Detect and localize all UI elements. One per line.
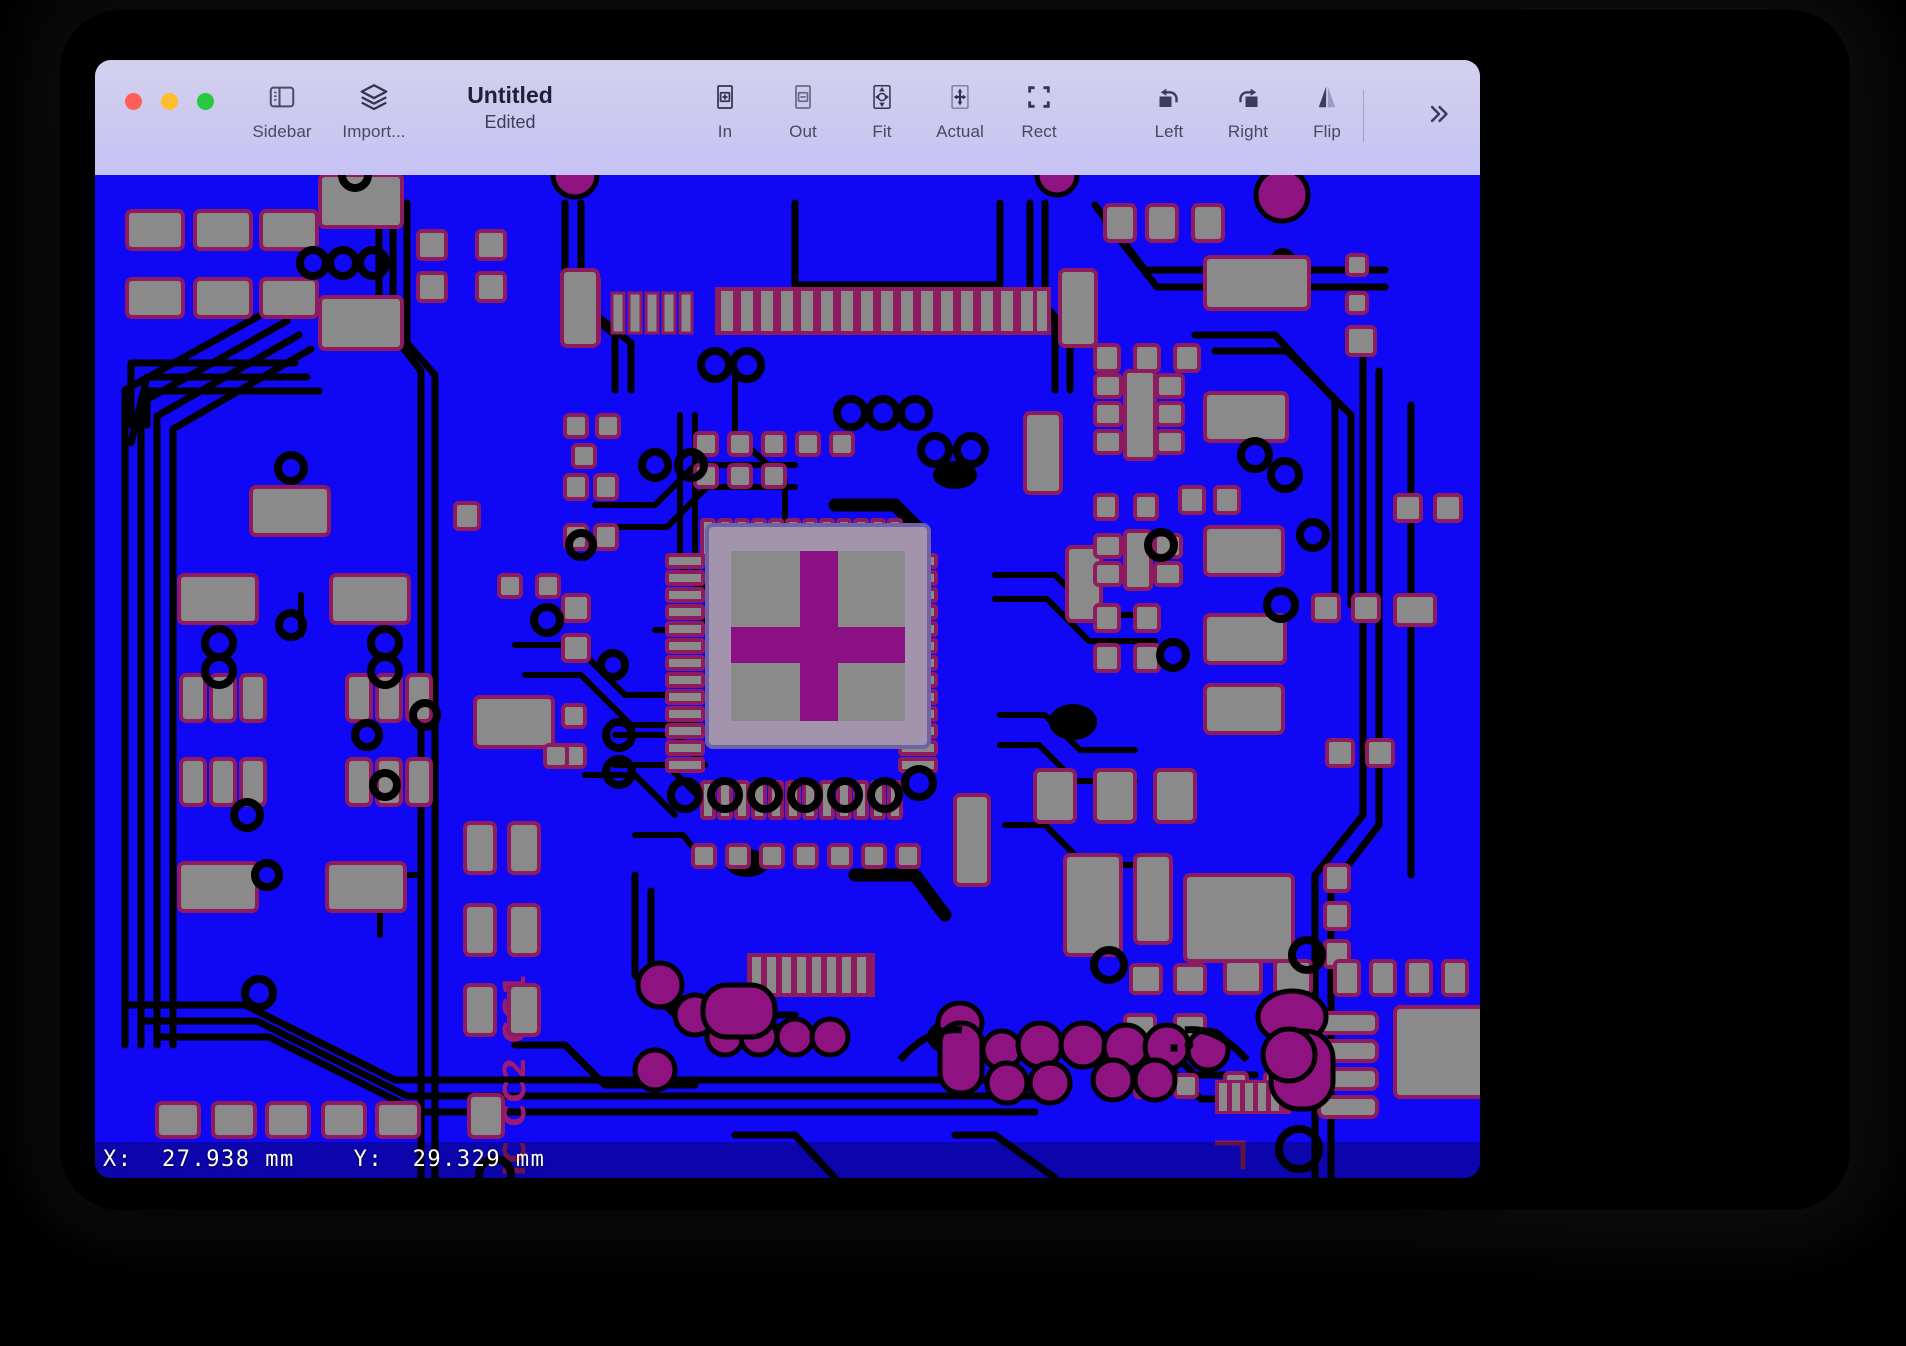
zoom-rect-icon xyxy=(1025,78,1053,116)
traffic-lights xyxy=(125,93,214,110)
toolbar-button-sidebar[interactable]: Sidebar xyxy=(239,78,325,142)
toolbar-button-zoom-out[interactable]: Out xyxy=(760,78,846,142)
toolbar-label-rotate-right: Right xyxy=(1227,122,1269,141)
page-title: Untitled xyxy=(467,82,553,108)
toolbar-button-actual[interactable]: Actual xyxy=(917,78,1003,142)
rotate-left-icon xyxy=(1154,78,1184,116)
window-titlebar: Sidebar Import... Untitled Edited In Out… xyxy=(95,60,1480,176)
toolbar-button-zoom-in[interactable]: In xyxy=(682,78,768,142)
document-edited-status: Edited xyxy=(484,112,536,133)
toolbar-label-zoom-in: In xyxy=(717,122,733,141)
toolbar-separator xyxy=(1363,90,1364,142)
zoom-out-icon xyxy=(789,78,817,116)
toolbar-button-fit[interactable]: Fit xyxy=(839,78,925,142)
layers-icon xyxy=(358,78,390,116)
document-title-block: Untitled Edited xyxy=(425,82,595,133)
app-window: Sidebar Import... Untitled Edited In Out… xyxy=(95,60,1480,1178)
pcb-canvas[interactable]: DMIC CC2 CC1 X: 27.938 mm Y: 29.329 mm xyxy=(95,175,1480,1178)
toolbar-button-rect[interactable]: Rect xyxy=(996,78,1082,142)
pcb-layout-render: DMIC CC2 CC1 xyxy=(95,175,1480,1178)
toolbar-label-import: Import... xyxy=(342,122,406,141)
close-button[interactable] xyxy=(125,93,142,110)
minimize-button[interactable] xyxy=(161,93,178,110)
zoom-actual-icon xyxy=(946,78,974,116)
toolbar-label-flip: Flip xyxy=(1313,122,1341,141)
zoom-fit-icon xyxy=(868,78,896,116)
maximize-button[interactable] xyxy=(197,93,214,110)
toolbar-button-rotate-left[interactable]: Left xyxy=(1126,78,1212,142)
toolbar-label-rect: Rect xyxy=(1021,122,1057,141)
toolbar-button-rotate-right[interactable]: Right xyxy=(1205,78,1291,142)
chevron-double-right-icon xyxy=(1430,105,1448,123)
ic-package xyxy=(705,523,931,749)
rotate-right-icon xyxy=(1233,78,1263,116)
zoom-in-icon xyxy=(711,78,739,116)
toolbar-label-fit: Fit xyxy=(872,122,892,141)
toolbar-label-zoom-out: Out xyxy=(789,122,817,141)
toolbar-button-flip[interactable]: Flip xyxy=(1284,78,1370,142)
toolbar-overflow-button[interactable] xyxy=(1413,90,1465,138)
toolbar-label-sidebar: Sidebar xyxy=(252,122,312,141)
toolbar-label-rotate-left: Left xyxy=(1154,122,1184,141)
flip-horizontal-icon xyxy=(1312,78,1342,116)
toolbar-label-actual: Actual xyxy=(936,122,984,141)
toolbar-button-import[interactable]: Import... xyxy=(331,78,417,142)
sidebar-icon xyxy=(267,78,297,116)
coordinate-status-bar: X: 27.938 mm Y: 29.329 mm xyxy=(103,1147,546,1172)
